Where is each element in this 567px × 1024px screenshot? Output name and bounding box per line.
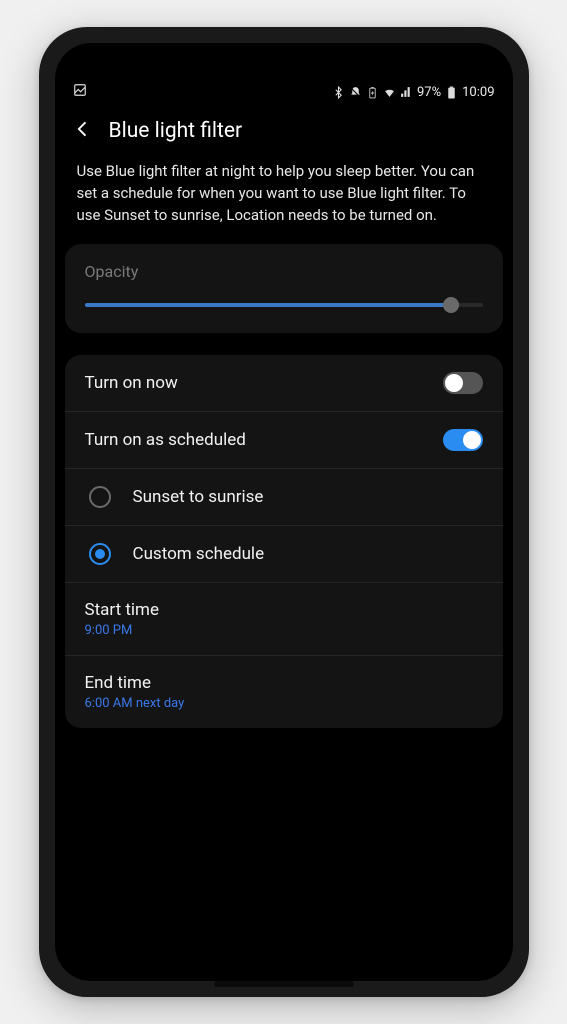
battery-percent: 97% [417,85,441,100]
turn-on-scheduled-toggle[interactable] [443,429,483,451]
start-time-row[interactable]: Start time 9:00 PM [65,583,503,656]
turn-on-scheduled-label: Turn on as scheduled [85,430,246,450]
wifi-icon [383,86,396,99]
screen: 97% 10:09 Blue light filter Use Blue lig… [55,43,513,981]
opacity-card: Opacity [65,244,503,333]
turn-on-now-toggle[interactable] [443,372,483,394]
end-time-label: End time [85,673,185,693]
description-text: Use Blue light filter at night to help y… [55,153,513,244]
app-header: Blue light filter [55,105,513,153]
sunset-sunrise-label: Sunset to sunrise [133,487,264,507]
status-bar: 97% 10:09 [55,79,513,105]
status-right: 97% 10:09 [332,85,495,100]
page-title: Blue light filter [109,119,243,143]
mute-icon [349,86,362,99]
bluetooth-icon [332,86,345,99]
home-indicator [214,981,354,987]
start-time-value: 9:00 PM [85,623,159,638]
opacity-label: Opacity [85,262,483,281]
radio-selected-icon[interactable] [89,543,111,565]
toggle-knob [463,431,481,449]
slider-thumb[interactable] [443,297,459,313]
toggle-knob [445,374,463,392]
status-left [73,83,87,101]
turn-on-now-row[interactable]: Turn on now [65,355,503,412]
custom-schedule-label: Custom schedule [133,544,265,564]
turn-on-now-label: Turn on now [85,373,178,393]
battery-charging-icon [366,86,379,99]
end-time-row[interactable]: End time 6:00 AM next day [65,656,503,728]
battery-icon [445,86,458,99]
clock: 10:09 [462,85,494,100]
end-time-value: 6:00 AM next day [85,696,185,711]
sunset-sunrise-row[interactable]: Sunset to sunrise [65,469,503,526]
opacity-slider[interactable] [85,303,483,307]
back-icon[interactable] [73,119,93,143]
start-time-label: Start time [85,600,159,620]
turn-on-scheduled-row[interactable]: Turn on as scheduled [65,412,503,469]
radio-unselected-icon[interactable] [89,486,111,508]
phone-frame: 97% 10:09 Blue light filter Use Blue lig… [39,27,529,997]
image-icon [73,86,87,101]
signal-icon [400,86,413,99]
custom-schedule-row[interactable]: Custom schedule [65,526,503,583]
settings-list: Turn on now Turn on as scheduled Sunset … [65,355,503,728]
slider-fill [85,303,451,307]
